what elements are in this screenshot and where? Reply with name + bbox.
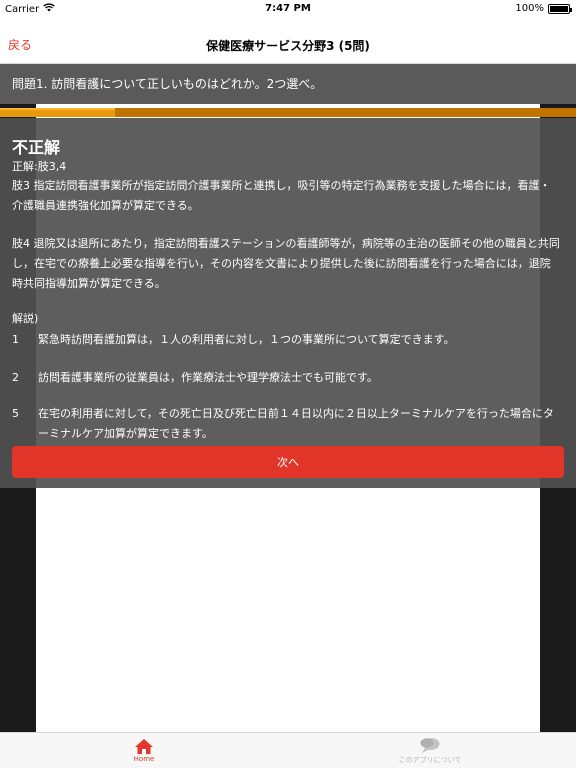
battery-icon <box>548 3 572 14</box>
question-text: 問題1. 訪問看護について正しいものはどれか。2つ選べ。 <box>0 64 576 104</box>
battery-cap <box>570 7 572 12</box>
status-right: 100% <box>515 3 572 14</box>
app-screen: Carrier 7:47 PM 100% 戻る 保健医療サービス分野3 (5問) <box>0 0 576 768</box>
chat-bubble-icon <box>419 737 441 755</box>
result-title: 不正解 <box>12 138 61 157</box>
tab-about-label: このアプリについて <box>398 756 462 764</box>
status-time: 7:47 PM <box>265 3 311 14</box>
battery-fill <box>550 5 568 12</box>
tab-home-label: Home <box>133 755 155 763</box>
correct-answer: 正解:肢3,4 <box>12 160 67 173</box>
navigation-bar: 戻る 保健医療サービス分野3 (5問) <box>0 18 576 64</box>
choice-explanation: 肢4 退院又は退所にあたり，指定訪問看護ステーションの看護師等が，病院等の主治の… <box>12 237 560 290</box>
explanation-number: 5 <box>12 407 19 420</box>
battery-percent: 100% <box>515 3 544 14</box>
answer-overlay: 不正解 正解:肢3,4 肢3 指定訪問看護事業所が指定訪問介護事業所と連携し，吸… <box>0 118 576 488</box>
status-bar: Carrier 7:47 PM 100% <box>0 0 576 18</box>
explanation-text: 在宅の利用者に対して，その死亡日及び死亡日前１４日以内に２日以上ターミナルケアを… <box>38 407 554 440</box>
tab-about[interactable]: このアプリについて <box>370 737 490 765</box>
next-button[interactable]: 次へ <box>12 446 564 478</box>
progress-fill <box>0 108 116 117</box>
explanation-text: 緊急時訪問看護加算は，１人の利用者に対し，１つの事業所について算定できます。 <box>38 333 455 346</box>
home-icon <box>134 737 154 755</box>
explanation-item: 2 訪問看護事業所の従業員は，作業療法士や理学療法士でも可能です。 <box>12 368 560 388</box>
explanation-number: 2 <box>12 371 19 384</box>
explanation-item: 5 在宅の利用者に対して，その死亡日及び死亡日前１４日以内に２日以上ターミナルケ… <box>12 404 560 444</box>
explanation-item: 1 緊急時訪問看護加算は，１人の利用者に対し，１つの事業所について算定できます。 <box>12 330 560 350</box>
choice-explanation: 肢3 指定訪問看護事業所が指定訪問介護事業所と連携し，吸引等の特定行為業務を支援… <box>12 179 551 212</box>
nav-title: 保健医療サービス分野3 (5問) <box>206 39 370 53</box>
explanation-heading: 解説) <box>12 312 39 325</box>
tab-bar: Home このアプリについて <box>0 732 576 768</box>
progress-bar <box>0 108 576 117</box>
explanation-text: 訪問看護事業所の従業員は，作業療法士や理学療法士でも可能です。 <box>38 371 378 384</box>
tab-home[interactable]: Home <box>84 737 204 763</box>
explanation-number: 1 <box>12 333 19 346</box>
